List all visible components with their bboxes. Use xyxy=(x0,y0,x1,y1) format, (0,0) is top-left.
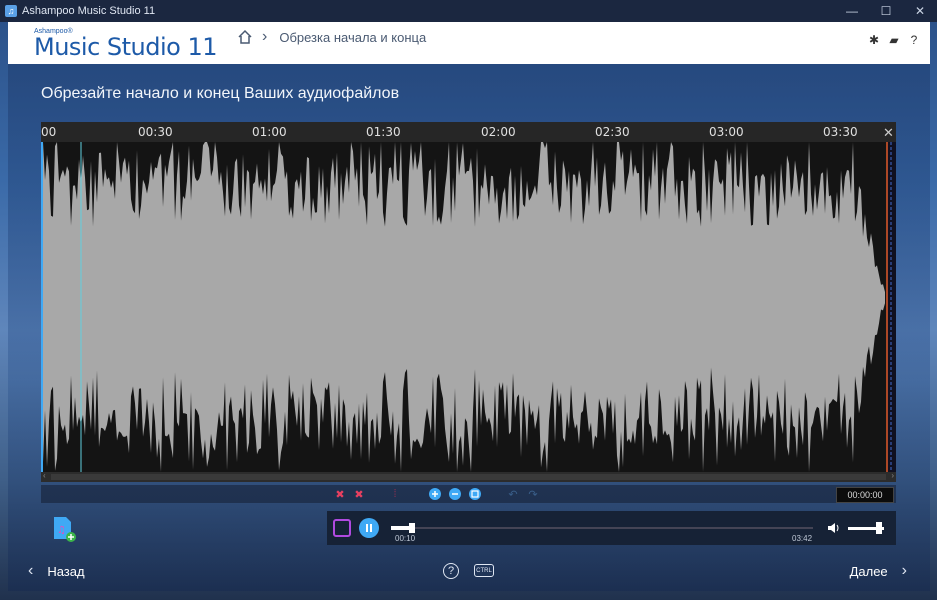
breadcrumb-current: Обрезка начала и конца xyxy=(279,29,427,45)
horizontal-scrollbar[interactable]: ‹ › xyxy=(41,471,896,482)
ruler-tick: 03:30 xyxy=(823,125,858,139)
gear-icon[interactable]: ✱ xyxy=(868,33,880,47)
ctrl-key-icon[interactable]: CTRL xyxy=(474,564,494,577)
time-ruler[interactable]: 00 00:30 01:00 01:30 02:00 02:30 03:00 0… xyxy=(41,122,896,142)
home-icon[interactable] xyxy=(236,28,254,46)
seek-handle[interactable] xyxy=(409,523,416,533)
scroll-left-icon[interactable]: ‹ xyxy=(43,471,46,480)
ruler-tick: 01:30 xyxy=(366,125,401,139)
help-icon[interactable]: ? xyxy=(908,33,920,47)
next-label: Далее xyxy=(849,563,888,579)
chevron-left-icon: ‹ xyxy=(28,562,34,579)
chevron-right-icon: › xyxy=(901,562,907,579)
time-display: 00:00:00 xyxy=(836,487,894,503)
back-button[interactable]: ‹ Назад xyxy=(28,562,85,580)
audio-waveform[interactable] xyxy=(41,142,896,472)
playback-bar: 00:10 03:42 xyxy=(327,511,896,545)
ruler-tick: 02:30 xyxy=(595,125,630,139)
app-header: Ashampoo® Music Studio 11 › Обрезка нача… xyxy=(8,22,930,64)
delete-before-icon[interactable]: ✖ xyxy=(332,486,348,502)
close-icon[interactable]: ✕ xyxy=(903,0,937,22)
help-circle-icon[interactable]: ? xyxy=(443,563,459,579)
delete-after-icon[interactable]: ✖ xyxy=(351,486,367,502)
scrollbar-thumb[interactable] xyxy=(51,474,886,480)
undo-icon[interactable]: ↶ xyxy=(505,486,521,502)
page-title: Обрезайте начало и конец Ваших аудиофайл… xyxy=(41,85,400,102)
brand-logo: Ashampoo® Music Studio 11 xyxy=(34,28,218,61)
zoom-fit-icon[interactable] xyxy=(467,486,483,502)
scroll-right-icon[interactable]: › xyxy=(891,471,894,480)
seek-slider[interactable] xyxy=(391,523,813,533)
app-icon: ♫ xyxy=(5,5,17,17)
trim-end-handle-icon[interactable]: ✕ xyxy=(883,125,894,141)
waveform-editor[interactable]: 00 00:30 01:00 01:30 02:00 02:30 03:00 0… xyxy=(41,122,896,472)
add-file-icon[interactable]: ♫ xyxy=(51,516,77,542)
breadcrumb: › Обрезка начала и конца xyxy=(236,28,426,46)
window-title: Ashampoo Music Studio 11 xyxy=(22,5,156,17)
redo-icon[interactable]: ↷ xyxy=(525,486,541,502)
header-icons: ✱ ▰ ? xyxy=(868,33,920,47)
ruler-tick: 02:00 xyxy=(481,125,516,139)
back-label: Назад xyxy=(47,563,85,579)
volume-handle[interactable] xyxy=(876,522,882,534)
chevron-right-icon: › xyxy=(262,28,268,45)
loop-icon[interactable] xyxy=(333,519,351,537)
pause-button[interactable] xyxy=(359,518,379,538)
title-bar: ♫ Ashampoo Music Studio 11 — ☐ ✕ xyxy=(0,0,937,22)
zoom-out-icon[interactable] xyxy=(447,486,463,502)
brand-title: Music Studio 11 xyxy=(34,33,218,61)
total-duration: 03:42 xyxy=(792,534,813,543)
next-button[interactable]: Далее › xyxy=(850,562,907,580)
ruler-tick: 00:30 xyxy=(138,125,173,139)
maximize-icon[interactable]: ☐ xyxy=(869,0,903,22)
trim-selection-icon[interactable]: ⁞ xyxy=(387,486,403,502)
volume-icon[interactable] xyxy=(827,521,841,535)
edit-toolbar: ✖ ✖ ⁞ ↶ ↷ 00:00:00 xyxy=(41,485,896,503)
window-controls: — ☐ ✕ xyxy=(835,0,937,22)
minimize-icon[interactable]: — xyxy=(835,0,869,22)
info-card-icon[interactable]: ▰ xyxy=(888,33,900,47)
current-time: 00:10 xyxy=(395,534,416,543)
pause-icon xyxy=(366,524,372,532)
ruler-tick: 03:00 xyxy=(709,125,744,139)
ruler-tick: 01:00 xyxy=(252,125,287,139)
zoom-in-icon[interactable] xyxy=(427,486,443,502)
ruler-tick: 00 xyxy=(41,125,57,139)
svg-text:♫: ♫ xyxy=(57,525,66,536)
